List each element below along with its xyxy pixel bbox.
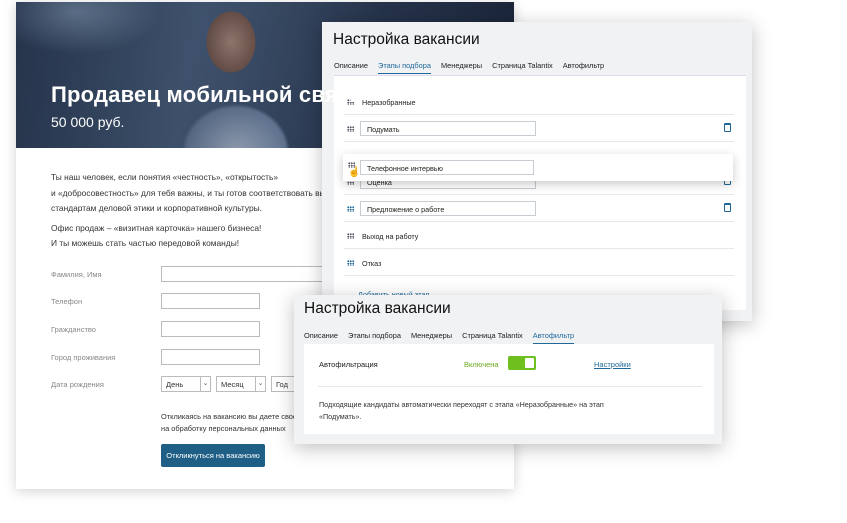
consent-line: Откликаясь на вакансию вы даете свое <box>161 412 298 421</box>
panel-title: Настройка вакансии <box>304 300 451 317</box>
trash-icon[interactable] <box>724 203 731 212</box>
composite-screen: Продавец мобильной связи 50 000 руб. Ты … <box>0 0 847 523</box>
day-select-value: День <box>166 380 184 389</box>
autofilter-body: Автофильтрация Включена Настройки Подход… <box>304 344 714 434</box>
city-input[interactable] <box>161 349 260 365</box>
birthdate-label: Дата рождения <box>51 380 104 389</box>
dragging-stage-row[interactable]: ☝ Телефонное интервью <box>343 154 733 181</box>
description-line: Ты наш человек, если понятия «честность»… <box>51 172 279 182</box>
phone-label: Телефон <box>51 297 83 306</box>
description-line: И ты можешь стать частью передовой коман… <box>51 238 240 248</box>
apply-button[interactable]: Откликнуться на вакансию <box>161 444 265 467</box>
name-label: Фамилия, Имя <box>51 270 102 279</box>
tab-description[interactable]: Описание <box>334 61 368 74</box>
tab-talantix-page[interactable]: Страница Talantix <box>462 331 523 344</box>
stage-name-input[interactable]: Предложение о работе <box>360 201 536 216</box>
drag-handle-icon[interactable] <box>347 126 354 132</box>
tab-managers[interactable]: Менеджеры <box>411 331 452 344</box>
settings-tabs: Описание Этапы подбора Менеджеры Страниц… <box>304 331 584 344</box>
stage-name: Отказ <box>362 259 382 268</box>
stage-name: Выход на работу <box>362 232 419 241</box>
stage-row[interactable]: Предложение о работе <box>344 196 734 222</box>
tab-managers[interactable]: Менеджеры <box>441 61 482 74</box>
month-select-value: Месяц <box>221 380 244 389</box>
phone-input[interactable] <box>161 293 260 309</box>
drag-handle-icon[interactable] <box>347 260 354 266</box>
autofilter-settings-link[interactable]: Настройки <box>594 360 631 369</box>
drag-handle-icon[interactable] <box>347 206 354 212</box>
tab-autofilter[interactable]: Автофильтр <box>563 61 604 74</box>
stage-name-input[interactable]: Телефонное интервью <box>360 160 534 175</box>
stages-list: Неразобранные Подумать Оценка Предложени… <box>334 75 746 310</box>
consent-text: Откликаясь на вакансию вы даете свое на … <box>161 411 297 435</box>
settings-tabs: Описание Этапы подбора Менеджеры Страниц… <box>334 61 614 74</box>
year-select-value: Год <box>276 380 288 389</box>
tab-stages[interactable]: Этапы подбора <box>348 331 401 344</box>
tab-stages[interactable]: Этапы подбора <box>378 61 431 74</box>
stage-row[interactable]: Отказ <box>344 250 734 276</box>
panel-title: Настройка вакансии <box>333 31 480 48</box>
stage-row[interactable]: Неразобранные <box>344 89 734 115</box>
consent-line: на обработку персональных данных <box>161 424 286 433</box>
autofilter-note: Подходящие кандидаты автоматически перех… <box>319 400 604 421</box>
trash-icon[interactable] <box>724 123 731 132</box>
hand-cursor-icon: ☝ <box>348 167 361 178</box>
vacancy-salary: 50 000 руб. <box>51 114 125 130</box>
vacancy-description: Ты наш человек, если понятия «честность»… <box>51 170 351 256</box>
description-line: стандартам деловой этики и корпоративной… <box>51 203 262 213</box>
description-line: и «добросовестность» для тебя важны, и т… <box>51 187 349 198</box>
month-select[interactable]: Месяц ⌄ <box>216 376 266 392</box>
tab-talantix-page[interactable]: Страница Talantix <box>492 61 553 74</box>
stage-name-input[interactable]: Подумать <box>360 121 536 136</box>
drag-handle-icon[interactable] <box>347 233 354 239</box>
citizenship-input[interactable] <box>161 321 260 337</box>
tab-autofilter[interactable]: Автофильтр <box>532 331 575 344</box>
stage-row[interactable]: Выход на работу <box>344 223 734 249</box>
autofilter-state: Включена <box>464 360 499 369</box>
day-select[interactable]: День ⌄ <box>161 376 211 392</box>
autofilter-settings-panel: Настройка вакансии Описание Этапы подбор… <box>294 295 722 444</box>
description-line: Офис продаж – «визитная карточка» нашего… <box>51 222 262 233</box>
autofilter-toggle[interactable] <box>508 356 536 370</box>
stage-row[interactable]: Подумать <box>344 116 734 142</box>
citizenship-label: Гражданство <box>51 325 96 334</box>
chevron-down-icon: ⌄ <box>200 377 210 391</box>
toggle-knob <box>525 358 534 368</box>
chevron-down-icon: ⌄ <box>255 377 265 391</box>
city-label: Город проживания <box>51 353 116 362</box>
tab-description[interactable]: Описание <box>304 331 338 344</box>
divider <box>318 386 702 387</box>
vacancy-title: Продавец мобильной связи <box>51 82 363 107</box>
stage-name: Неразобранные <box>362 98 416 107</box>
autofilter-label: Автофильтрация <box>319 360 378 369</box>
